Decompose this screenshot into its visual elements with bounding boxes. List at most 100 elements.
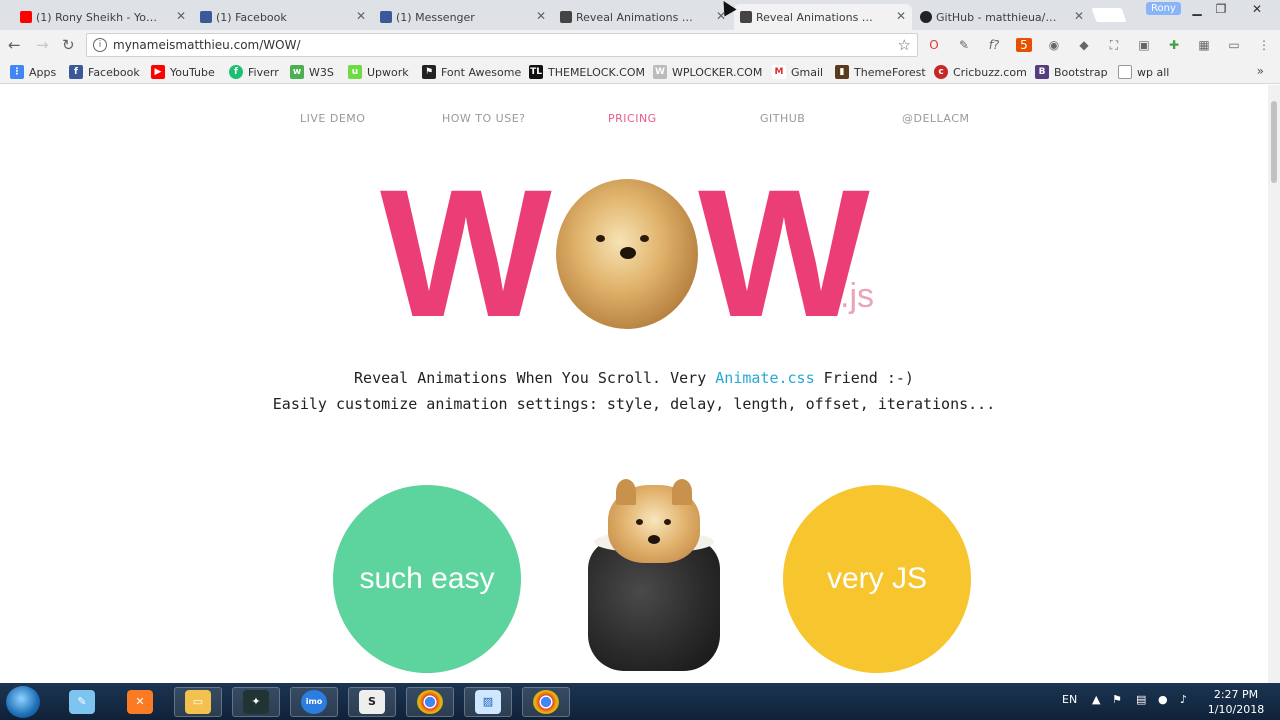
eyedropper-icon[interactable]: ✎ <box>956 38 972 52</box>
close-icon[interactable]: ✕ <box>356 9 366 23</box>
close-icon[interactable]: ✕ <box>536 9 546 23</box>
bookmark-apps[interactable]: ⋮ Apps <box>10 64 56 80</box>
tray-power-icon[interactable]: ● <box>1158 693 1168 706</box>
bookmark-font-awesome[interactable]: ⚑ Font Awesome <box>422 64 521 80</box>
taskbar-chrome[interactable] <box>406 687 454 717</box>
taskbar-xampp[interactable]: ✕ <box>116 687 164 717</box>
tab-github[interactable]: GitHub - matthieua/WOW ✕ <box>914 4 1090 30</box>
tab-facebook[interactable]: (1) Facebook ✕ <box>194 4 372 30</box>
bookmark-themeforest[interactable]: ▮ ThemeForest <box>835 64 926 80</box>
extension-icon[interactable]: ◆ <box>1076 38 1092 52</box>
page-scrollbar[interactable] <box>1268 85 1280 683</box>
tab-reveal-active[interactable]: Reveal Animations When You Scroll ✕ <box>734 4 912 30</box>
taskbar-notepad[interactable]: ✎ <box>58 687 106 717</box>
tab-icon[interactable]: ▭ <box>1226 38 1242 52</box>
more-bookmarks-icon[interactable]: » <box>1257 64 1264 78</box>
w3s-icon: w <box>290 65 304 79</box>
forward-icon[interactable]: → <box>36 36 49 54</box>
bookmark-themelock[interactable]: TL THEMELOCK.COM <box>529 64 645 80</box>
tab-messenger[interactable]: (1) Messenger ✕ <box>374 4 552 30</box>
chrome-icon <box>533 690 559 714</box>
tab-strip: (1) Rony Sheikh - YouTube ✕ (1) Facebook… <box>0 0 1280 30</box>
bookmark-cricbuzz[interactable]: c Cricbuzz.com <box>934 64 1027 80</box>
bookmark-label: YouTube <box>170 65 215 79</box>
nav-pricing[interactable]: PRICING <box>608 112 657 125</box>
camera-icon[interactable]: ◉ <box>1046 38 1062 52</box>
start-button[interactable] <box>6 686 40 718</box>
minimize-icon[interactable]: ▁ <box>1184 2 1210 16</box>
language-indicator[interactable]: EN <box>1062 693 1077 706</box>
bookmark-star-icon[interactable]: ☆ <box>898 36 911 54</box>
cricbuzz-icon: c <box>934 65 948 79</box>
animate-css-link[interactable]: Animate.css <box>715 369 814 387</box>
youtube-icon: ▶ <box>151 65 165 79</box>
taskbar-editor[interactable]: S <box>348 687 396 717</box>
page-icon <box>1118 65 1132 79</box>
new-tab-button[interactable] <box>1091 8 1127 22</box>
restore-icon[interactable]: ❐ <box>1208 2 1234 16</box>
tab-youtube[interactable]: (1) Rony Sheikh - YouTube ✕ <box>14 4 192 30</box>
bookmark-w3s[interactable]: w W3S <box>290 64 334 80</box>
puzzle-icon[interactable]: ✚ <box>1166 38 1182 52</box>
nav-how-to-use[interactable]: HOW TO USE? <box>442 112 526 125</box>
bookmark-label: ThemeForest <box>854 65 926 79</box>
browser-toolbar: ← → ↻ i mynameismatthieu.com/WOW/ ☆ O ✎ … <box>0 30 1280 60</box>
bookmark-youtube[interactable]: ▶ YouTube <box>151 64 215 80</box>
tray-network-icon[interactable]: ▤ <box>1136 693 1146 706</box>
bookmark-gmail[interactable]: M Gmail <box>772 64 823 80</box>
windows-taskbar: ✎ ✕ ▭ ✦ imo S ▨ EN ▲ ⚑ ▤ ● ♪ 2:27 PM 1/1… <box>0 683 1280 720</box>
nav-github[interactable]: GITHUB <box>760 112 805 125</box>
doge-icon <box>740 11 752 23</box>
bookmark-wplocker[interactable]: W WPLOCKER.COM <box>653 64 762 80</box>
tray-expand-icon[interactable]: ▲ <box>1092 693 1100 706</box>
taskbar-chrome-2[interactable] <box>522 687 570 717</box>
bookmark-label: THEMELOCK.COM <box>548 65 645 79</box>
grid-icon[interactable]: ▦ <box>1196 38 1212 52</box>
speaker-icon[interactable]: ♪ <box>1180 693 1187 706</box>
reload-icon[interactable]: ↻ <box>62 36 75 54</box>
taskbar-paint[interactable]: ▨ <box>464 687 512 717</box>
bookmark-label: Cricbuzz.com <box>953 65 1027 79</box>
html5-icon[interactable]: 5 <box>1016 38 1032 52</box>
bookmark-bootstrap[interactable]: B Bootstrap <box>1035 64 1108 80</box>
address-bar[interactable]: i mynameismatthieu.com/WOW/ ☆ <box>86 33 918 57</box>
paint-icon: ▨ <box>475 690 501 714</box>
bookmark-wp-all[interactable]: wp all <box>1118 64 1169 80</box>
themelock-icon: TL <box>529 65 543 79</box>
doge-image <box>556 179 698 329</box>
screenshot-icon[interactable]: ⛶ <box>1106 38 1122 52</box>
nav-dellacm[interactable]: @DELLACM <box>902 112 969 125</box>
close-icon[interactable]: ✕ <box>896 9 906 23</box>
system-clock[interactable]: 2:27 PM 1/10/2018 <box>1200 687 1272 717</box>
sushi-doge-image <box>586 479 722 673</box>
tray-flag-icon[interactable]: ⚑ <box>1112 693 1122 706</box>
taskbar-file-explorer[interactable]: ▭ <box>174 687 222 717</box>
folder-icon: ▭ <box>185 690 211 714</box>
nav-live-demo[interactable]: LIVE DEMO <box>300 112 365 125</box>
close-icon[interactable]: ✕ <box>1074 9 1084 23</box>
scrollbar-thumb[interactable] <box>1271 101 1277 183</box>
menu-icon[interactable]: ⋮ <box>1256 38 1272 52</box>
profile-button[interactable]: Rony <box>1146 2 1181 15</box>
close-icon[interactable]: ✕ <box>176 9 186 23</box>
close-window-icon[interactable]: ✕ <box>1244 2 1270 16</box>
bookmark-fiverr[interactable]: f Fiverr <box>229 64 279 80</box>
tab-reveal-1[interactable]: Reveal Animations When You Scroll ✕ <box>554 4 732 30</box>
tab-title: (1) Messenger <box>396 10 475 24</box>
logo-js-suffix: .js <box>840 277 874 315</box>
bookmark-upwork[interactable]: u Upwork <box>348 64 409 80</box>
taskbar-imo[interactable]: imo <box>290 687 338 717</box>
opera-icon[interactable]: O <box>926 38 942 52</box>
back-icon[interactable]: ← <box>8 36 21 54</box>
tab-title: Reveal Animations When You Scroll <box>576 10 701 24</box>
tagline-line-1: Reveal Animations When You Scroll. Very … <box>354 369 914 387</box>
font-icon[interactable]: f? <box>986 38 1002 52</box>
url-text[interactable]: mynameismatthieu.com/WOW/ <box>113 38 301 52</box>
clock-date: 1/10/2018 <box>1207 703 1265 716</box>
info-icon[interactable]: i <box>93 38 107 52</box>
wow-logo: W W .js <box>380 162 890 344</box>
taskbar-cursor-tool[interactable]: ✦ <box>232 687 280 717</box>
lock-icon[interactable]: ▣ <box>1136 38 1152 52</box>
bookmark-label: wp all <box>1137 65 1170 79</box>
bookmark-facebook[interactable]: f Facebook <box>69 64 140 80</box>
